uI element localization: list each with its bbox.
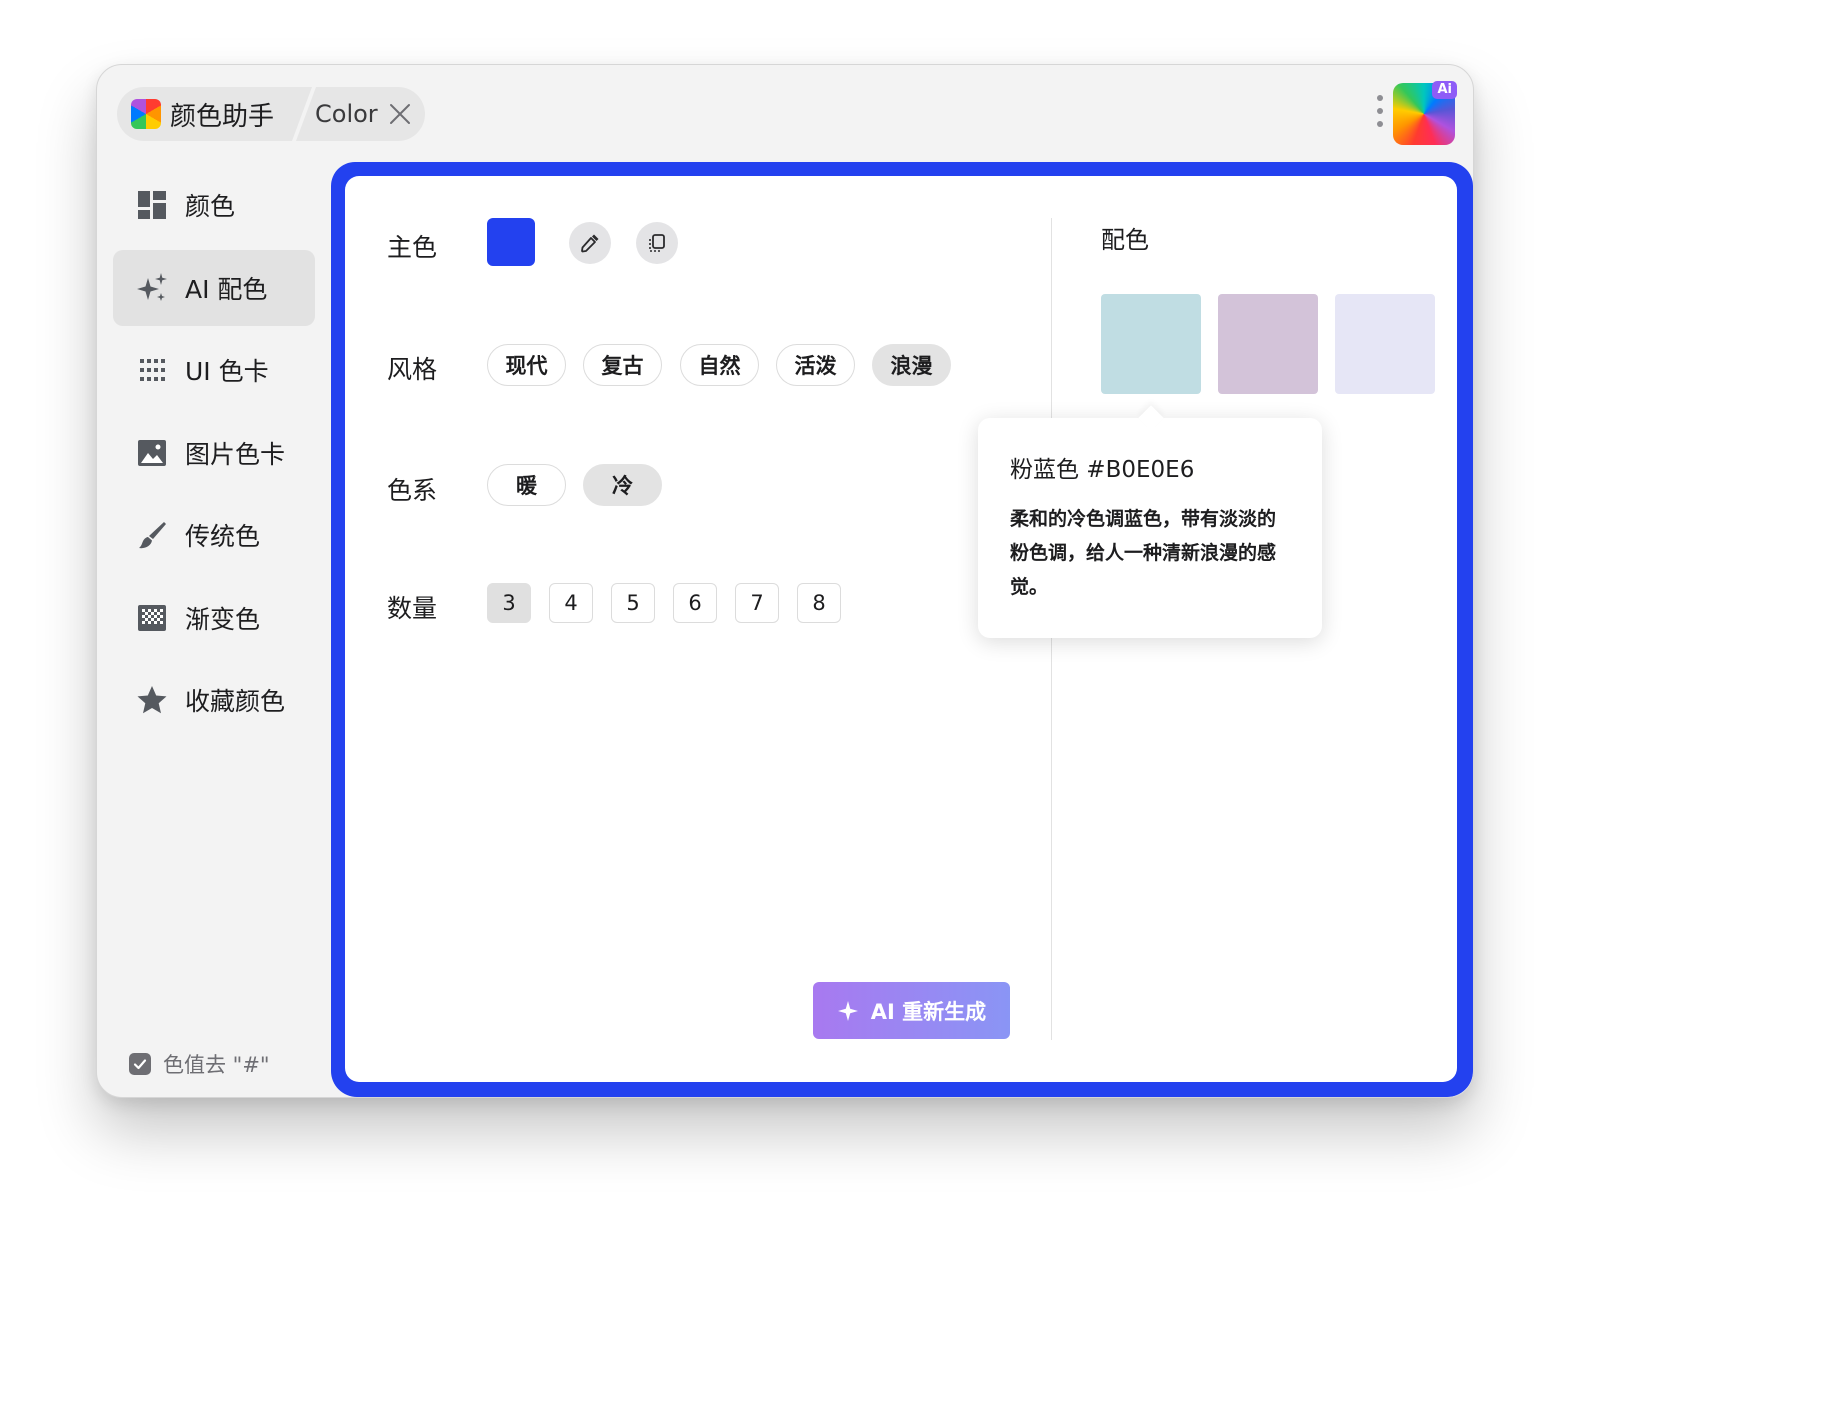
dot-grid-icon xyxy=(135,353,169,387)
dashboard-icon xyxy=(135,188,169,222)
tooltip-description: 柔和的冷色调蓝色，带有淡淡的粉色调，给人一种清新浪漫的感觉。 xyxy=(1010,508,1277,598)
sidebar-item-label: 颜色 xyxy=(185,192,236,221)
palette-swatch[interactable] xyxy=(1335,294,1435,394)
palette-swatch[interactable] xyxy=(1101,294,1201,394)
color-tooltip: 粉蓝色 #B0E0E6 柔和的冷色调蓝色，带有淡淡的粉色调，给人一种清新浪漫的感… xyxy=(978,405,1322,638)
sidebar-item-label: UI 色卡 xyxy=(185,357,269,386)
ai-app-logo-icon[interactable]: Ai xyxy=(1393,81,1457,145)
palette-swatch[interactable] xyxy=(1218,294,1318,394)
strip-hash-label: 色值去 "#" xyxy=(163,1053,270,1077)
gradient-icon xyxy=(135,601,169,635)
ai-badge: Ai xyxy=(1432,81,1457,99)
eyedropper-icon[interactable] xyxy=(569,222,611,264)
ai-regenerate-button[interactable]: AI 重新生成 xyxy=(813,982,1010,1039)
image-icon xyxy=(135,436,169,470)
main-color-label: 主色 xyxy=(387,233,438,262)
style-option-natural[interactable]: 自然 xyxy=(680,344,759,386)
count-label: 数量 xyxy=(387,594,438,623)
tone-option-cool[interactable]: 冷 xyxy=(583,464,662,506)
style-option-retro[interactable]: 复古 xyxy=(583,344,662,386)
tab-divider xyxy=(292,87,316,141)
sidebar-item-favorites[interactable]: 收藏颜色 xyxy=(113,662,315,738)
sidebar-item-label: AI 配色 xyxy=(185,275,268,304)
sidebar-item-label: 图片色卡 xyxy=(185,440,286,469)
sidebar-item-ui-cards[interactable]: UI 色卡 xyxy=(113,332,315,408)
sparkle-icon xyxy=(837,1000,859,1022)
sparkles-icon xyxy=(135,271,169,305)
tooltip-title: 粉蓝色 #B0E0E6 xyxy=(1010,457,1195,483)
color-tab[interactable]: Color xyxy=(315,100,378,128)
app-title-tab[interactable]: 颜色助手 xyxy=(170,96,274,133)
app-logo-icon xyxy=(131,99,161,129)
count-option-7[interactable]: 7 xyxy=(735,583,779,623)
sidebar-item-traditional[interactable]: 传统色 xyxy=(113,497,315,573)
count-option-5[interactable]: 5 xyxy=(611,583,655,623)
main-color-swatch[interactable] xyxy=(487,218,535,266)
star-icon xyxy=(135,683,169,717)
brush-icon xyxy=(135,518,169,552)
style-option-modern[interactable]: 现代 xyxy=(487,344,566,386)
palette-title: 配色 xyxy=(1101,226,1149,254)
sidebar-item-colors[interactable]: 颜色 xyxy=(113,167,315,243)
count-option-6[interactable]: 6 xyxy=(673,583,717,623)
tone-option-warm[interactable]: 暖 xyxy=(487,464,566,506)
copy-icon[interactable] xyxy=(636,222,678,264)
tone-label: 色系 xyxy=(387,476,438,505)
count-option-3[interactable]: 3 xyxy=(487,583,531,623)
strip-hash-checkbox[interactable]: 色值去 "#" xyxy=(129,1049,270,1079)
sidebar-item-label: 渐变色 xyxy=(185,605,261,634)
sidebar-item-label: 传统色 xyxy=(185,522,261,551)
style-option-lively[interactable]: 活泼 xyxy=(776,344,855,386)
checkmark-icon[interactable] xyxy=(129,1053,151,1075)
sidebar-item-label: 收藏颜色 xyxy=(185,687,286,716)
close-icon[interactable] xyxy=(387,101,413,127)
sidebar-item-gradient[interactable]: 渐变色 xyxy=(113,580,315,656)
ai-regenerate-label: AI 重新生成 xyxy=(870,999,987,1024)
sidebar: 颜色 AI 配色 UI 色卡 图片色卡 传统色 渐变色 收藏颜色 色值去 "#" xyxy=(97,161,329,1097)
sidebar-item-image-cards[interactable]: 图片色卡 xyxy=(113,415,315,491)
count-option-4[interactable]: 4 xyxy=(549,583,593,623)
count-option-8[interactable]: 8 xyxy=(797,583,841,623)
style-option-romantic[interactable]: 浪漫 xyxy=(872,344,951,386)
sidebar-item-ai-palette[interactable]: AI 配色 xyxy=(113,250,315,326)
style-label: 风格 xyxy=(387,355,438,384)
more-menu-icon[interactable] xyxy=(1373,95,1387,135)
tab-bar: 颜色助手 Color xyxy=(117,87,425,141)
